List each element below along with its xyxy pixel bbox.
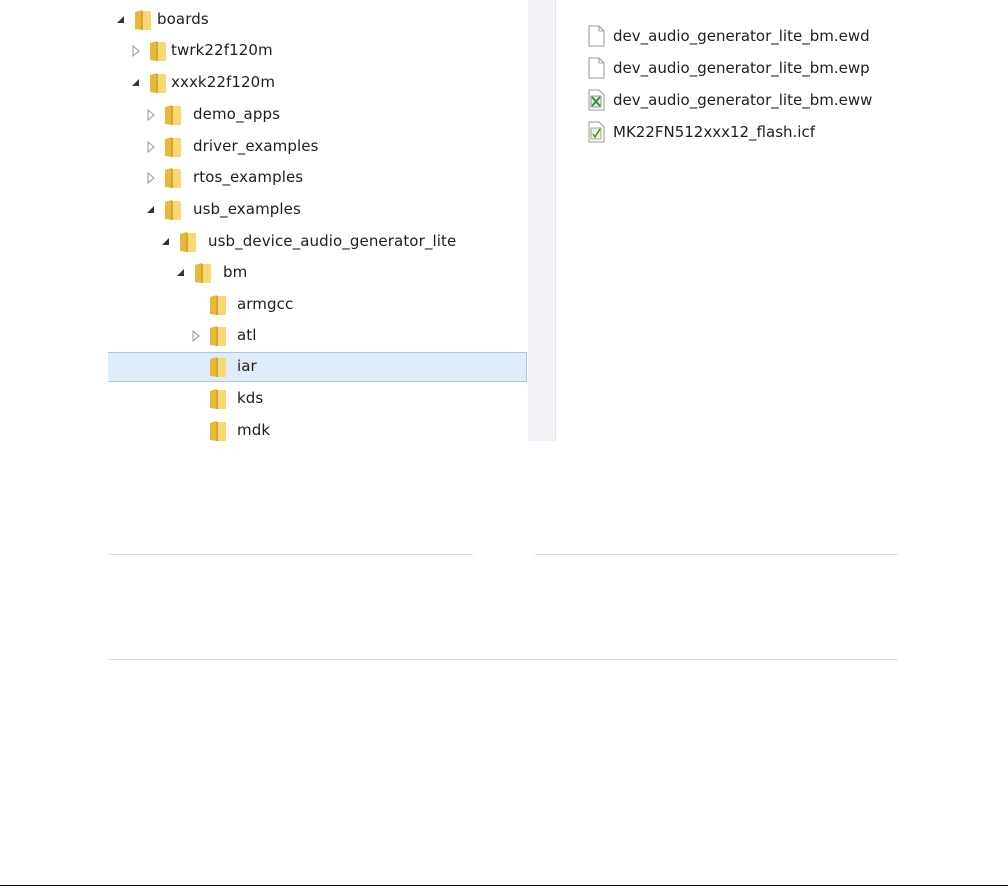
- tree-item-boards[interactable]: boards: [108, 5, 527, 35]
- divider-line: [108, 659, 898, 660]
- folder-icon: [162, 199, 182, 221]
- tree-item-label: mdk: [237, 421, 271, 439]
- folder-icon: [192, 262, 212, 284]
- tree-item-driver-examples[interactable]: driver_examples: [108, 132, 527, 162]
- divider-line: [535, 554, 898, 555]
- tree-item-label: usb_device_audio_generator_lite: [208, 232, 457, 250]
- tree-item-label: boards: [157, 10, 209, 28]
- file-name: MK22FN512xxx12_flash.icf: [613, 123, 815, 141]
- tree-item-armgcc[interactable]: armgcc: [108, 290, 527, 320]
- file-name: dev_audio_generator_lite_bm.ewp: [613, 59, 870, 77]
- tree-item-label: demo_apps: [193, 105, 280, 123]
- collapsed-arrow-icon[interactable]: [191, 330, 201, 342]
- tree-item-bm[interactable]: bm: [108, 258, 527, 288]
- tree-item-label: twrk22f120m: [171, 41, 273, 59]
- tree-item-mdk[interactable]: mdk: [108, 416, 527, 446]
- expanded-arrow-icon[interactable]: [131, 77, 141, 89]
- tree-item-xxxk22f120m[interactable]: xxxk22f120m: [108, 68, 527, 98]
- tree-item-twrk22f120m[interactable]: twrk22f120m: [108, 36, 527, 66]
- collapsed-arrow-icon[interactable]: [146, 109, 156, 121]
- folder-icon: [162, 167, 182, 189]
- iar-workspace-file-icon: [586, 89, 606, 111]
- folder-icon: [207, 356, 227, 378]
- tree-item-demo-apps[interactable]: demo_apps: [108, 100, 527, 130]
- page-bottom-border: [0, 885, 1008, 886]
- tree-item-label: rtos_examples: [193, 168, 304, 186]
- expanded-arrow-icon[interactable]: [161, 236, 171, 248]
- collapsed-arrow-icon[interactable]: [146, 172, 156, 184]
- tree-item-atl[interactable]: atl: [108, 321, 527, 351]
- pane-splitter[interactable]: [528, 0, 556, 441]
- collapsed-arrow-icon[interactable]: [131, 45, 141, 57]
- tree-item-usb-device-audio-generator-lite[interactable]: usb_device_audio_generator_lite: [108, 227, 527, 257]
- folder-tree-pane[interactable]: boards twrk22f120m xxxk22f120m demo_apps…: [108, 0, 528, 441]
- file-item-ewd[interactable]: dev_audio_generator_lite_bm.ewd: [586, 22, 896, 52]
- file-item-icf[interactable]: MK22FN512xxx12_flash.icf: [586, 118, 896, 148]
- expanded-arrow-icon[interactable]: [176, 267, 186, 279]
- tree-item-kds[interactable]: kds: [108, 384, 527, 414]
- tree-item-label: kds: [237, 389, 264, 407]
- folder-icon: [207, 388, 227, 410]
- collapsed-arrow-icon[interactable]: [146, 141, 156, 153]
- tree-item-label: iar: [237, 357, 257, 375]
- file-explorer: boards twrk22f120m xxxk22f120m demo_apps…: [108, 0, 898, 441]
- icf-file-icon: [586, 121, 606, 143]
- tree-item-label: bm: [223, 263, 248, 281]
- folder-icon: [147, 40, 167, 62]
- tree-item-label: armgcc: [237, 295, 294, 313]
- file-name: dev_audio_generator_lite_bm.eww: [613, 91, 873, 109]
- folder-icon: [207, 420, 227, 442]
- tree-item-iar[interactable]: iar: [108, 352, 527, 382]
- file-name: dev_audio_generator_lite_bm.ewd: [613, 27, 870, 45]
- file-list-pane[interactable]: dev_audio_generator_lite_bm.ewd dev_audi…: [556, 0, 898, 441]
- blank-file-icon: [586, 57, 606, 79]
- folder-icon: [162, 104, 182, 126]
- divider-line: [108, 554, 473, 555]
- file-item-ewp[interactable]: dev_audio_generator_lite_bm.ewp: [586, 54, 896, 84]
- expanded-arrow-icon[interactable]: [146, 204, 156, 216]
- folder-icon: [177, 231, 197, 253]
- file-item-eww[interactable]: dev_audio_generator_lite_bm.eww: [586, 86, 896, 116]
- tree-item-label: xxxk22f120m: [171, 73, 276, 91]
- blank-file-icon: [586, 25, 606, 47]
- folder-icon: [147, 72, 167, 94]
- folder-icon: [207, 325, 227, 347]
- tree-item-label: usb_examples: [193, 200, 301, 218]
- expanded-arrow-icon[interactable]: [116, 14, 126, 26]
- tree-item-usb-examples[interactable]: usb_examples: [108, 195, 527, 225]
- folder-icon: [132, 9, 152, 31]
- folder-icon: [207, 294, 227, 316]
- folder-icon: [162, 136, 182, 158]
- tree-item-rtos-examples[interactable]: rtos_examples: [108, 163, 527, 193]
- tree-item-label: atl: [237, 326, 257, 344]
- tree-item-label: driver_examples: [193, 137, 319, 155]
